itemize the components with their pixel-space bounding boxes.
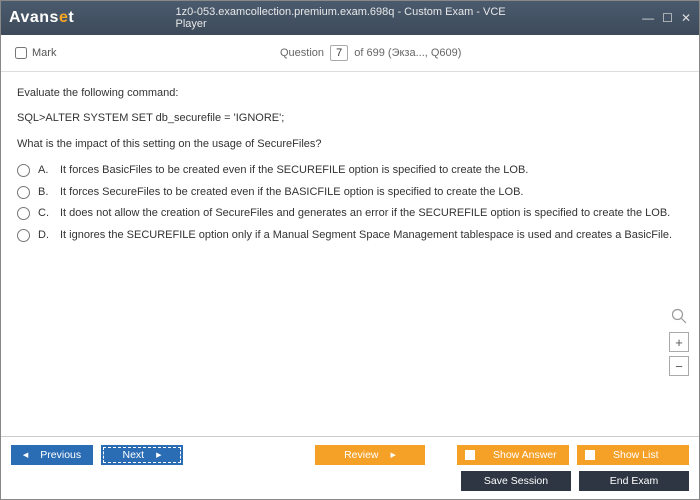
question-counter: Question 7 of 699 (Экза..., Q609): [56, 45, 685, 61]
next-button[interactable]: Next: [101, 445, 183, 465]
mark-checkbox[interactable]: [15, 47, 27, 59]
mark-label: Mark: [32, 47, 56, 59]
button-row-1: Previous Next Review Show Answer Show Li…: [11, 445, 689, 465]
minimize-icon[interactable]: —: [642, 11, 654, 25]
zoom-out-button[interactable]: −: [669, 356, 689, 376]
logo-part-1: Avans: [9, 9, 59, 26]
question-total: of 699 (Экза..., Q609): [351, 47, 461, 59]
option-b-radio[interactable]: [17, 186, 30, 199]
save-session-button[interactable]: Save Session: [461, 471, 571, 491]
option-d-text: It ignores the SECUREFILE option only if…: [60, 227, 672, 244]
question-header: Mark Question 7 of 699 (Экза..., Q609): [1, 35, 699, 72]
option-a-letter: A.: [38, 162, 52, 179]
magnifier-icon[interactable]: [671, 308, 687, 324]
option-b-letter: B.: [38, 184, 52, 201]
footer-bar: Previous Next Review Show Answer Show Li…: [1, 436, 699, 499]
option-b[interactable]: B. It forces SecureFiles to be created e…: [17, 184, 683, 201]
maximize-icon[interactable]: ☐: [662, 11, 673, 25]
option-d-radio[interactable]: [17, 229, 30, 242]
logo-accent: e: [59, 9, 68, 26]
end-exam-button[interactable]: End Exam: [579, 471, 689, 491]
title-bar: Avanset 1z0-053.examcollection.premium.e…: [1, 1, 699, 35]
option-d[interactable]: D. It ignores the SECUREFILE option only…: [17, 227, 683, 244]
question-content: Evaluate the following command: SQL>ALTE…: [1, 72, 699, 436]
question-intro: Evaluate the following command:: [17, 86, 683, 101]
previous-label: Previous: [40, 449, 81, 461]
show-answer-checkbox-icon: [465, 450, 475, 460]
option-a-radio[interactable]: [17, 164, 30, 177]
show-answer-button[interactable]: Show Answer: [457, 445, 569, 465]
logo-part-2: t: [68, 9, 74, 26]
sql-command: SQL>ALTER SYSTEM SET db_securefile = 'IG…: [17, 111, 683, 126]
option-c-radio[interactable]: [17, 207, 30, 220]
review-button[interactable]: Review: [315, 445, 425, 465]
app-logo: Avanset: [9, 9, 74, 27]
option-a[interactable]: A. It forces BasicFiles to be created ev…: [17, 162, 683, 179]
zoom-controls: + −: [669, 308, 689, 376]
show-list-checkbox-icon: [585, 450, 595, 460]
show-list-label: Show List: [613, 449, 659, 461]
window-controls: — ☐ ✕: [642, 11, 691, 25]
option-a-text: It forces BasicFiles to be created even …: [60, 162, 528, 179]
question-label: Question: [280, 47, 324, 59]
show-answer-label: Show Answer: [493, 449, 557, 461]
close-icon[interactable]: ✕: [681, 11, 691, 25]
option-d-letter: D.: [38, 227, 52, 244]
show-list-button[interactable]: Show List: [577, 445, 689, 465]
previous-button[interactable]: Previous: [11, 445, 93, 465]
mark-checkbox-wrap[interactable]: Mark: [15, 47, 56, 59]
question-prompt: What is the impact of this setting on th…: [17, 137, 683, 152]
option-c-letter: C.: [38, 205, 52, 222]
option-c-text: It does not allow the creation of Secure…: [60, 205, 670, 222]
window-title: 1z0-053.examcollection.premium.exam.698q…: [176, 6, 525, 30]
option-c[interactable]: C. It does not allow the creation of Sec…: [17, 205, 683, 222]
next-label: Next: [123, 449, 145, 461]
review-label: Review: [344, 449, 378, 461]
options-list: A. It forces BasicFiles to be created ev…: [17, 162, 683, 243]
option-b-text: It forces SecureFiles to be created even…: [60, 184, 523, 201]
zoom-in-button[interactable]: +: [669, 332, 689, 352]
question-number: 7: [330, 45, 348, 61]
button-row-2: Save Session End Exam: [11, 471, 689, 491]
